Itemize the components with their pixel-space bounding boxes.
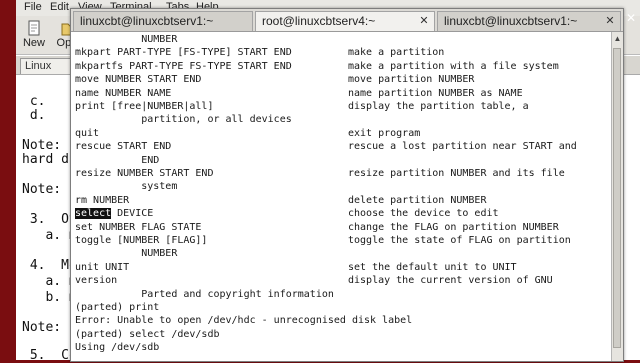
document-line: a. m [22,228,77,243]
terminal-tab-1-title: linuxcbt@linuxcbtserv1:~ [80,14,214,28]
document-line: Note: [22,138,62,153]
terminal-line: mkpart PART-TYPE [FS-TYPE] START END [75,47,292,59]
terminal-line-description: choose the device to edit [348,208,499,220]
document-line: c. [22,94,46,109]
terminal-line: (parted) print [75,302,160,313]
terminal-tab-3-title: linuxcbt@linuxcbtserv1:~ [444,14,578,28]
terminal-line-description: make a partition with a file system [348,60,559,72]
terminal-tab-3[interactable]: linuxcbt@linuxcbtserv1:~ ✕ [437,11,621,31]
terminal-line-description: rescue a lost partition near START and [348,141,577,153]
terminal-line: NUMBER [75,248,178,260]
text-selection: select [75,208,112,220]
document-line: 4. Mo [22,258,77,273]
scroll-up-icon[interactable]: ▲ [613,34,622,43]
terminal-line: partition, or all devices [75,114,292,126]
new-button[interactable]: New [16,18,52,52]
terminal-line: Using /dev/sdb [75,342,160,354]
scrollbar-thumb[interactable] [613,48,621,348]
terminal-line: name NUMBER NAME [75,87,172,99]
terminal-line-description: make a partition [348,47,445,59]
document-line: 3. Ov [22,212,77,227]
terminal-line: system [75,181,178,193]
terminal-line: unit UNIT [75,261,130,273]
document-line: d. [22,108,46,123]
terminal-line: set NUMBER FLAG STATE [75,221,202,233]
close-icon[interactable]: ✕ [418,15,430,27]
window-close-icon[interactable]: ✕ [625,12,637,24]
terminal-line-description: exit program [348,127,421,139]
terminal-line: rm NUMBER [75,194,130,206]
terminal-scrollbar[interactable]: ▲ [611,32,623,361]
new-document-icon [28,20,40,36]
terminal-tab-2[interactable]: root@linuxcbtserv4:~ ✕ [255,11,435,31]
terminal-line: mkpartfs PART-TYPE FS-TYPE START END [75,60,292,72]
document-line: a. m [22,274,77,289]
terminal-line-description: delete partition NUMBER [348,194,487,206]
terminal-window: linuxcbt@linuxcbtserv1:~ root@linuxcbtse… [70,8,624,362]
document-line: 5. Co [22,348,77,363]
terminal-tab-bar: linuxcbt@linuxcbtserv1:~ root@linuxcbtse… [71,9,623,32]
terminal-line: version [75,275,118,287]
menu-file[interactable]: File [24,1,42,13]
terminal-line: (parted) select /dev/sdb [75,328,220,340]
menu-edit[interactable]: Edit [50,1,69,13]
terminal-tab-2-title: root@linuxcbtserv4:~ [262,14,376,28]
terminal-tab-1[interactable]: linuxcbt@linuxcbtserv1:~ [73,11,253,31]
terminal-line: quit [75,127,100,139]
terminal-line: END [75,154,160,166]
terminal-line-description: name partition NUMBER as NAME [348,87,523,99]
new-button-label: New [22,37,45,49]
terminal-line: Error: Unable to open /dev/hdc - unrecog… [75,315,413,327]
terminal-line-description: resize partition NUMBER and its file [348,168,565,179]
document-tab[interactable]: Linux [20,58,76,74]
document-line: Note: [22,320,62,335]
terminal-output[interactable]: NUMBER mkpart PART-TYPE [FS-TYPE] START E… [71,32,611,361]
document-line: b. m [22,290,77,305]
document-line: Note: [22,182,62,197]
document-line: hard d [22,152,69,167]
terminal-line: NUMBER [75,34,178,45]
terminal-line: toggle [NUMBER [FLAG]] [75,235,208,246]
terminal-line: Parted and copyright information [75,288,334,300]
terminal-line: print [free|NUMBER|all] [75,101,214,112]
terminal-line: resize NUMBER START END [75,168,214,179]
terminal-line: move NUMBER START END [75,74,202,86]
terminal-line-description: move partition NUMBER [348,74,475,86]
terminal-line-description: display the current version of GNU [348,275,553,287]
close-icon[interactable]: ✕ [604,15,616,27]
terminal-line-description: toggle the state of FLAG on partition [348,235,571,246]
terminal-line-description: display the partition table, a [348,101,529,112]
terminal-line: rescue START END [75,141,172,153]
terminal-line-description: set the default unit to UNIT [348,261,517,273]
terminal-line-description: change the FLAG on partition NUMBER [348,221,559,233]
terminal-line: select DEVICE [75,208,154,220]
